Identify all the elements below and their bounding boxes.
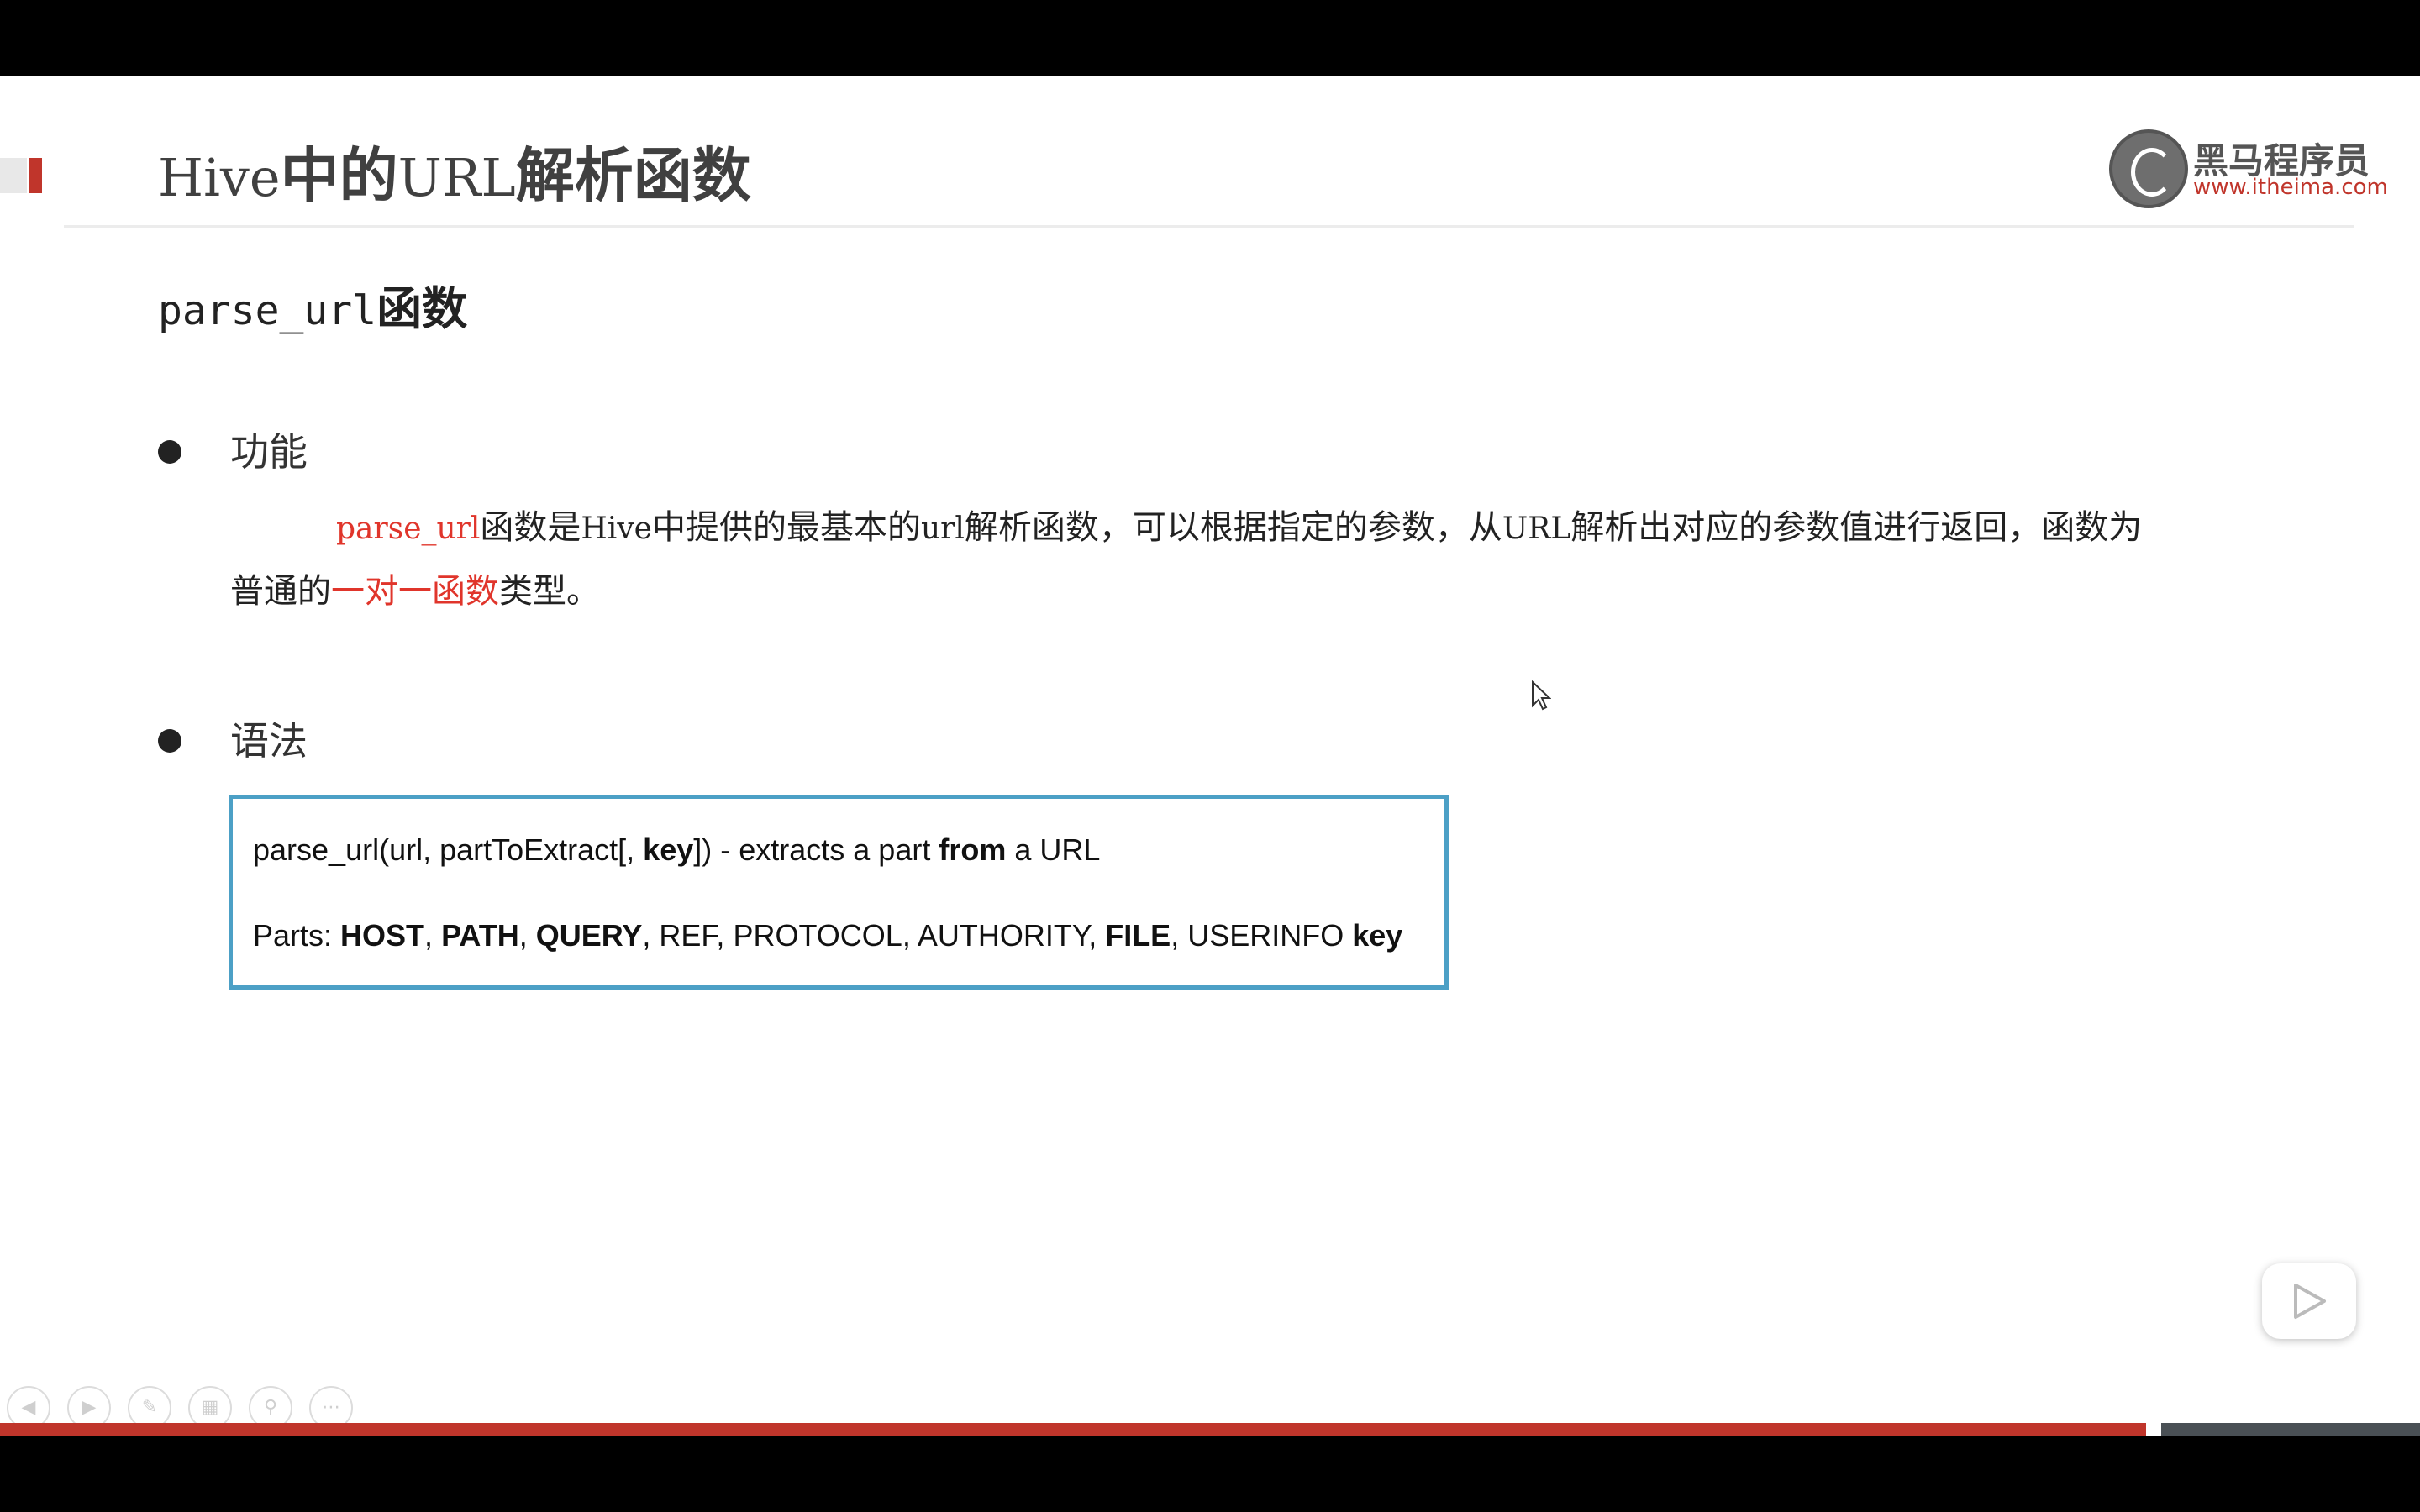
progress-bar-fill[interactable]	[0, 1423, 2146, 1436]
title-mid: 中的	[280, 141, 398, 210]
desc-text: 解析函数，可以根据指定的参数，从	[964, 508, 1502, 547]
desc-hive: Hive	[581, 512, 652, 546]
part-key: key	[1352, 918, 1403, 953]
desc-code-parse-url: parse_url	[336, 512, 481, 546]
syntax-box: parse_url(url, partToExtract[, key]) - e…	[229, 795, 1449, 990]
mouse-cursor-icon	[1532, 680, 1551, 711]
description-line-1: parse_url函数是Hive中提供的最基本的url解析函数，可以根据指定的参…	[230, 496, 2247, 559]
desc-url-lower: url	[920, 512, 965, 546]
bottom-letterbox	[0, 1436, 2420, 1512]
part-query: QUERY	[535, 918, 643, 953]
syntax-text: , REF, PROTOCOL, AUTHORITY,	[642, 918, 1106, 953]
desc-text: 类型。	[499, 572, 600, 611]
bullet-dot-icon	[158, 729, 182, 753]
logo-url: www.itheima.com	[2193, 175, 2388, 200]
progress-bar-gap	[2146, 1423, 2161, 1436]
section-syntax-heading: 语法	[230, 718, 308, 764]
function-heading: parse_url函数	[158, 276, 467, 343]
play-button[interactable]	[2262, 1263, 2356, 1339]
desc-text: 普通的	[230, 572, 331, 611]
title-hive: Hive	[158, 147, 281, 208]
part-host: HOST	[340, 918, 425, 953]
logo-horse-icon	[2109, 129, 2188, 208]
section-function-heading: 功能	[230, 429, 308, 475]
desc-url-upper: URL	[1502, 512, 1571, 546]
function-heading-text: 函数	[376, 282, 468, 335]
desc-text: 中提供的最基本的	[651, 508, 921, 547]
desc-highlight: 一对一函数	[331, 572, 499, 611]
syntax-text: , USERINFO	[1171, 918, 1353, 953]
function-heading-code: parse_url	[158, 287, 377, 334]
syntax-text: Parts:	[253, 918, 341, 953]
description-line-2: 普通的一对一函数类型。	[230, 559, 2247, 623]
syntax-text: ,	[518, 918, 536, 953]
syntax-text: ,	[424, 918, 442, 953]
title-accent-red	[29, 158, 42, 193]
title-accent-gray	[0, 158, 27, 193]
title-suffix: 解析函数	[515, 141, 751, 210]
title-divider	[64, 225, 2354, 228]
top-letterbox	[0, 0, 2420, 76]
slide-title: Hive中的URL解析函数	[158, 138, 751, 213]
play-icon	[2294, 1284, 2326, 1319]
syntax-from: from	[939, 832, 1007, 867]
function-description: parse_url函数是Hive中提供的最基本的url解析函数，可以根据指定的参…	[230, 496, 2247, 623]
part-path: PATH	[441, 918, 519, 953]
bullet-dot-icon	[158, 440, 182, 464]
syntax-key: key	[643, 832, 694, 867]
desc-text: 函数是	[480, 508, 581, 547]
presentation-slide: Hive中的URL解析函数 黑马程序员 www.itheima.com pars…	[0, 76, 2420, 1436]
syntax-parts: Parts: HOST, PATH, QUERY, REF, PROTOCOL,…	[253, 918, 1402, 953]
brand-logo: 黑马程序员 www.itheima.com	[2109, 129, 2388, 210]
syntax-text: a URL	[1006, 832, 1101, 867]
syntax-text: parse_url(url, partToExtract[,	[253, 832, 644, 867]
syntax-signature: parse_url(url, partToExtract[, key]) - e…	[253, 832, 1100, 868]
progress-bar-remaining[interactable]	[2161, 1423, 2420, 1436]
desc-text: 解析出对应的参数值进行返回，函数为	[1570, 508, 2143, 547]
syntax-text: ]) - extracts a part	[693, 832, 939, 867]
part-file: FILE	[1105, 918, 1171, 953]
title-url: URL	[397, 147, 516, 208]
